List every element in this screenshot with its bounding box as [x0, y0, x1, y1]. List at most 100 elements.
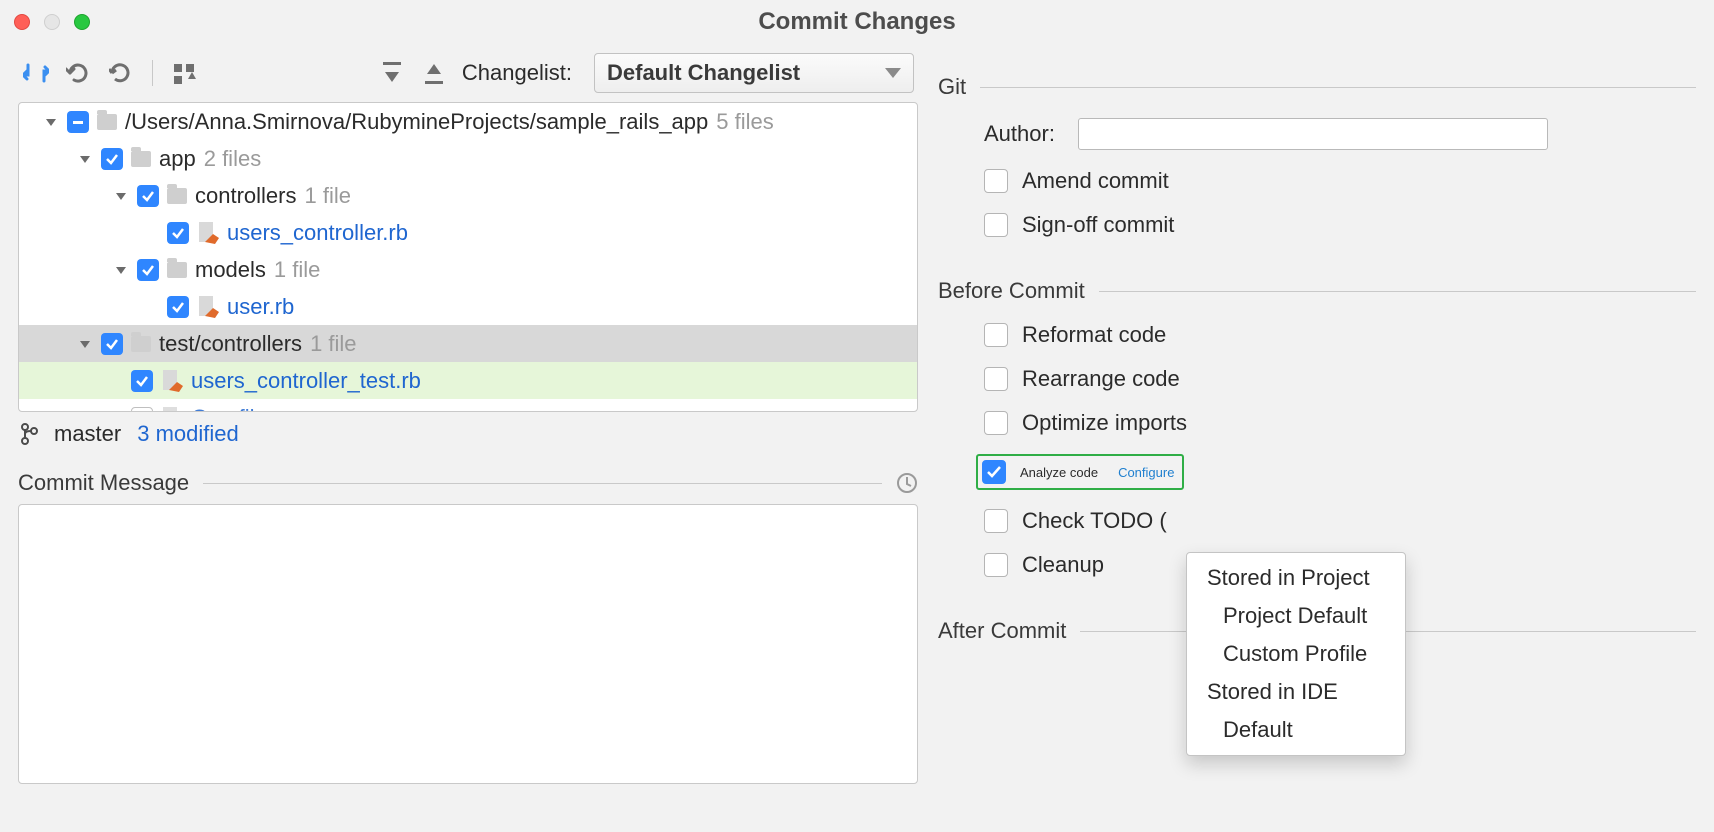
- author-input[interactable]: [1078, 118, 1548, 150]
- checkbox-mixed[interactable]: [67, 111, 89, 133]
- section-divider: [203, 483, 882, 484]
- tree-users-controller-label: users_controller.rb: [227, 220, 408, 246]
- cleanup-label: Cleanup: [1022, 552, 1104, 578]
- cleanup-checkbox[interactable]: [984, 553, 1008, 577]
- tree-row-gemfile[interactable]: Gemfile: [19, 399, 917, 412]
- analyze-checkbox[interactable]: [982, 460, 1006, 484]
- refresh-diff-icon[interactable]: [22, 59, 50, 87]
- rearrange-label: Rearrange code: [1022, 366, 1180, 392]
- amend-checkbox[interactable]: [984, 169, 1008, 193]
- tree-users-controller-test-label: users_controller_test.rb: [191, 368, 421, 394]
- folder-icon: [167, 188, 187, 204]
- optimize-checkbox[interactable]: [984, 411, 1008, 435]
- tree-root-label: /Users/Anna.Smirnova/RubymineProjects/sa…: [125, 109, 708, 135]
- group-by-icon[interactable]: [171, 59, 199, 87]
- changelist-value: Default Changelist: [607, 60, 800, 86]
- tree-controllers-label: controllers: [195, 183, 296, 209]
- ruby-file-icon: [197, 222, 219, 244]
- amend-label: Amend commit: [1022, 168, 1169, 194]
- popup-item-default[interactable]: Default: [1187, 711, 1405, 749]
- tree-row-app[interactable]: app 2 files: [19, 140, 917, 177]
- history-icon[interactable]: [896, 472, 918, 494]
- expand-all-icon[interactable]: [378, 59, 406, 87]
- branch-name[interactable]: master: [54, 421, 121, 447]
- folder-icon: [97, 114, 117, 130]
- before-commit-title: Before Commit: [938, 278, 1085, 304]
- checkbox[interactable]: [101, 333, 123, 355]
- tree-test-controllers-label: test/controllers: [159, 331, 302, 357]
- left-pane: Changelist: Default Changelist /Users/An…: [18, 44, 918, 784]
- chevron-down-icon: [885, 68, 901, 78]
- changelist-label: Changelist:: [462, 60, 572, 86]
- folder-icon: [167, 262, 187, 278]
- tree-row-models[interactable]: models 1 file: [19, 251, 917, 288]
- tree-row-controllers[interactable]: controllers 1 file: [19, 177, 917, 214]
- ruby-file-icon: [197, 296, 219, 318]
- zoom-window-button[interactable]: [74, 14, 90, 30]
- git-section-title: Git: [938, 74, 966, 100]
- tree-row-users-controller-test[interactable]: users_controller_test.rb: [19, 362, 917, 399]
- tree-root-row[interactable]: /Users/Anna.Smirnova/RubymineProjects/sa…: [19, 103, 917, 140]
- commit-message-label: Commit Message: [18, 470, 189, 496]
- toolbar-separator: [152, 60, 153, 86]
- commit-message-textarea[interactable]: [18, 504, 918, 784]
- rearrange-checkbox[interactable]: [984, 367, 1008, 391]
- signoff-checkbox[interactable]: [984, 213, 1008, 237]
- check-todo-checkbox[interactable]: [984, 509, 1008, 533]
- close-window-button[interactable]: [14, 14, 30, 30]
- refresh-icon[interactable]: [106, 59, 134, 87]
- undo-icon[interactable]: [64, 59, 92, 87]
- expand-toggle-icon[interactable]: [113, 188, 129, 204]
- configure-popup[interactable]: Stored in Project Project Default Custom…: [1186, 552, 1406, 756]
- tree-test-controllers-count: 1 file: [310, 331, 356, 357]
- folder-icon: [131, 336, 151, 352]
- changelist-select[interactable]: Default Changelist: [594, 53, 914, 93]
- checkbox[interactable]: [167, 296, 189, 318]
- popup-item-stored-project[interactable]: Stored in Project: [1187, 559, 1405, 597]
- branch-icon: [20, 423, 38, 445]
- popup-item-project-default[interactable]: Project Default: [1187, 597, 1405, 635]
- tree-row-user-rb[interactable]: user.rb: [19, 288, 917, 325]
- checkbox[interactable]: [167, 222, 189, 244]
- optimize-label: Optimize imports: [1022, 410, 1187, 436]
- ruby-file-icon: [161, 370, 183, 392]
- checkbox[interactable]: [131, 370, 153, 392]
- window-controls: [14, 14, 90, 30]
- after-commit-title: After Commit: [938, 618, 1066, 644]
- popup-item-custom-profile[interactable]: Custom Profile: [1187, 635, 1405, 673]
- collapse-all-icon[interactable]: [420, 59, 448, 87]
- expand-toggle-icon[interactable]: [113, 262, 129, 278]
- expand-toggle-icon[interactable]: [43, 114, 59, 130]
- minimize-window-button[interactable]: [44, 14, 60, 30]
- folder-icon: [131, 151, 151, 167]
- window-title: Commit Changes: [758, 8, 955, 36]
- configure-link[interactable]: Configure: [1118, 465, 1174, 480]
- modified-link[interactable]: 3 modified: [137, 421, 239, 447]
- tree-app-count: 2 files: [204, 146, 261, 172]
- branch-status-bar: master 3 modified: [18, 412, 918, 452]
- changes-toolbar: Changelist: Default Changelist: [18, 44, 918, 102]
- expand-toggle-icon[interactable]: [77, 336, 93, 352]
- analyze-code-row: Analyze code Configure: [976, 454, 1184, 490]
- reformat-checkbox[interactable]: [984, 323, 1008, 347]
- tree-user-rb-label: user.rb: [227, 294, 294, 320]
- tree-controllers-count: 1 file: [304, 183, 350, 209]
- commit-message-header: Commit Message: [18, 470, 918, 496]
- check-todo-label: Check TODO (: [1022, 508, 1167, 534]
- expand-toggle-icon[interactable]: [77, 151, 93, 167]
- tree-row-test-controllers[interactable]: test/controllers 1 file: [19, 325, 917, 362]
- popup-item-stored-ide[interactable]: Stored in IDE: [1187, 673, 1405, 711]
- tree-models-label: models: [195, 257, 266, 283]
- checkbox[interactable]: [137, 259, 159, 281]
- checkbox[interactable]: [101, 148, 123, 170]
- analyze-label: Analyze code: [1020, 465, 1098, 480]
- tree-root-count: 5 files: [716, 109, 773, 135]
- checkbox[interactable]: [137, 185, 159, 207]
- tree-gemfile-label: Gemfile: [191, 405, 267, 413]
- signoff-label: Sign-off commit: [1022, 212, 1174, 238]
- tree-models-count: 1 file: [274, 257, 320, 283]
- tree-row-users-controller[interactable]: users_controller.rb: [19, 214, 917, 251]
- git-section: Git Author: Amend commit Sign-off commit: [938, 74, 1696, 256]
- author-label: Author:: [984, 121, 1064, 147]
- changes-tree[interactable]: /Users/Anna.Smirnova/RubymineProjects/sa…: [18, 102, 918, 412]
